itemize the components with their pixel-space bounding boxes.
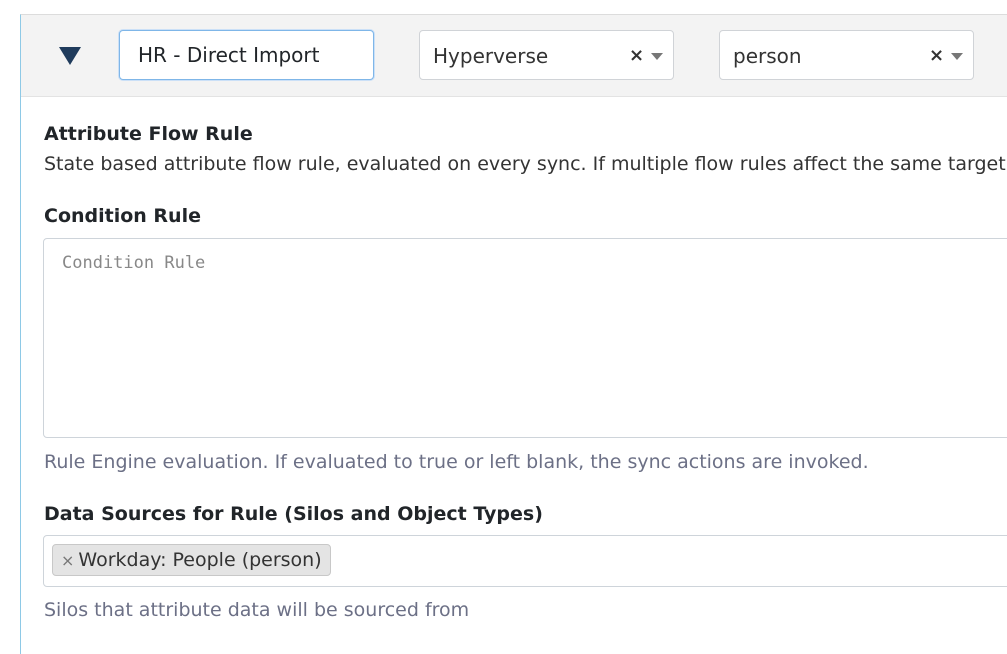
remove-tag-icon[interactable]: × bbox=[61, 551, 74, 570]
data-sources-help: Silos that attribute data will be source… bbox=[44, 599, 470, 621]
condition-rule-textarea[interactable] bbox=[43, 238, 1007, 438]
object-type-clear-icon[interactable]: × bbox=[929, 45, 944, 66]
condition-rule-help: Rule Engine evaluation. If evaluated to … bbox=[44, 451, 869, 473]
condition-rule-label: Condition Rule bbox=[44, 205, 201, 227]
attribute-flow-title: Attribute Flow Rule bbox=[44, 123, 253, 145]
attribute-flow-description: State based attribute flow rule, evaluat… bbox=[44, 153, 1007, 175]
silo-clear-icon[interactable]: × bbox=[629, 45, 644, 66]
data-source-tag-label: Workday: People (person) bbox=[78, 549, 322, 571]
data-sources-label: Data Sources for Rule (Silos and Object … bbox=[44, 503, 543, 525]
rule-name-input[interactable] bbox=[119, 30, 374, 80]
panel-header: Hyperverse × person × bbox=[21, 15, 1007, 97]
silo-select-value: Hyperverse bbox=[433, 44, 549, 68]
object-type-select-value: person bbox=[733, 44, 802, 68]
data-sources-multiselect[interactable]: × Workday: People (person) bbox=[43, 535, 1007, 587]
silo-select[interactable]: Hyperverse × bbox=[419, 30, 674, 80]
object-type-dropdown-arrow-icon[interactable] bbox=[951, 53, 963, 60]
data-source-tag: × Workday: People (person) bbox=[52, 544, 331, 576]
silo-dropdown-arrow-icon[interactable] bbox=[651, 53, 663, 60]
collapse-toggle-icon[interactable] bbox=[59, 47, 81, 65]
object-type-select[interactable]: person × bbox=[719, 30, 974, 80]
